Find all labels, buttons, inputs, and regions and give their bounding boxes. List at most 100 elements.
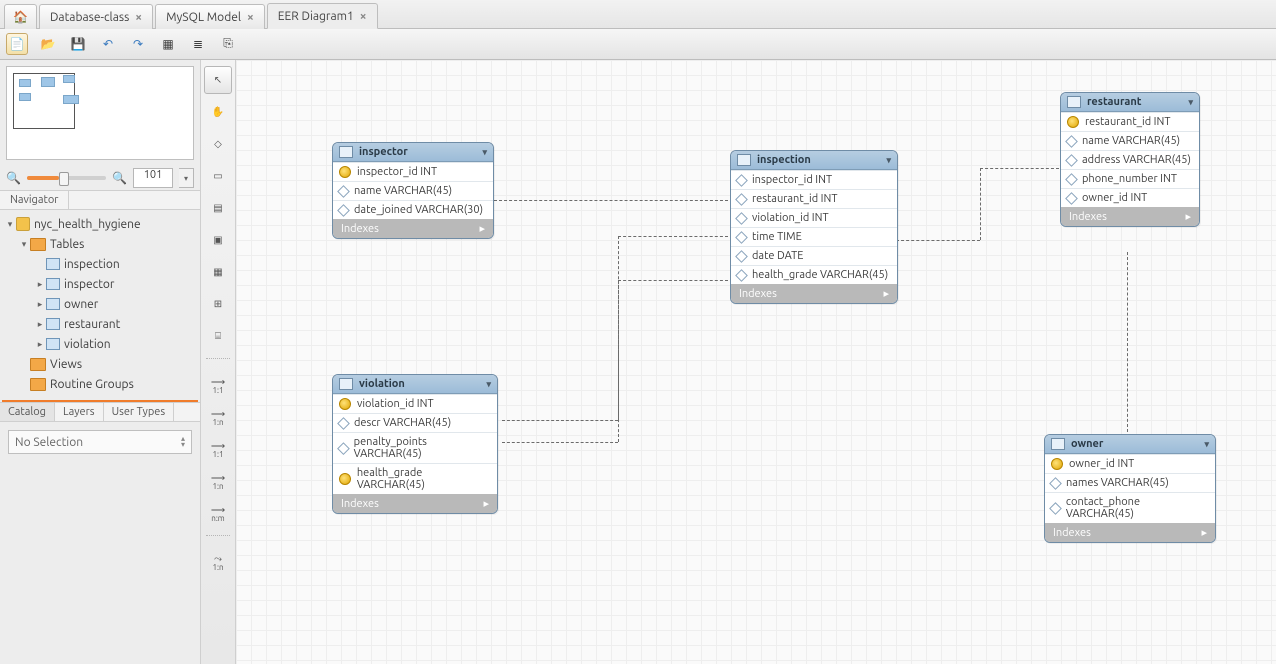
relation-restaurant-owner[interactable] bbox=[1127, 252, 1128, 432]
open-button[interactable]: 📂 bbox=[38, 34, 58, 54]
column-label: date_joined VARCHAR(30) bbox=[354, 204, 483, 216]
relation-violation-inspection-b[interactable] bbox=[502, 442, 618, 443]
tree-database[interactable]: ▾nyc_health_hygiene bbox=[2, 214, 198, 234]
tab-database-class[interactable]: Database-class× bbox=[39, 4, 153, 29]
new-file-button[interactable]: 📄 bbox=[6, 33, 28, 55]
relation-violation-inspection[interactable] bbox=[618, 236, 728, 237]
stepper-icon[interactable]: ▴▾ bbox=[181, 436, 185, 448]
entity-owner[interactable]: owner▾ owner_id INT names VARCHAR(45) co… bbox=[1044, 434, 1216, 543]
minimap-entity bbox=[63, 75, 75, 83]
tree-views-folder[interactable]: Views bbox=[2, 354, 198, 374]
relation-inspection-restaurant[interactable] bbox=[980, 168, 981, 240]
tool-routine[interactable]: ⌸ bbox=[204, 322, 232, 350]
relation-inspector-inspection[interactable] bbox=[494, 200, 728, 201]
collapse-icon[interactable]: ▾ bbox=[486, 379, 491, 390]
expand-icon[interactable]: ▸ bbox=[34, 319, 46, 330]
collapse-icon[interactable]: ▾ bbox=[886, 155, 891, 166]
tool-table[interactable]: ▦ bbox=[204, 258, 232, 286]
relation-inspection-restaurant[interactable] bbox=[980, 168, 1059, 169]
relation-inspection-restaurant[interactable] bbox=[896, 240, 980, 241]
tool-rel-1n-nonid[interactable]: ⟶1:n bbox=[204, 403, 232, 431]
close-icon[interactable]: × bbox=[247, 11, 254, 24]
close-icon[interactable]: × bbox=[135, 11, 142, 24]
tree-routines-folder[interactable]: Routine Groups bbox=[2, 374, 198, 394]
entity-inspection[interactable]: inspection▾ inspector_id INT restaurant_… bbox=[730, 150, 898, 304]
undo-button[interactable]: ↶ bbox=[98, 34, 118, 54]
subtab-user-types[interactable]: User Types bbox=[104, 403, 175, 421]
collapse-icon[interactable]: ▾ bbox=[1204, 439, 1209, 450]
entity-title: violation bbox=[359, 378, 405, 390]
sidebar: 🔍 🔍 101 ▾ Navigator ▾nyc_health_hygiene … bbox=[0, 60, 201, 664]
collapse-icon[interactable]: ▾ bbox=[1188, 97, 1193, 108]
tool-rel-11-nonid[interactable]: ⟶1:1 bbox=[204, 371, 232, 399]
relation-violation-inspection[interactable] bbox=[502, 420, 618, 421]
tree-table-restaurant[interactable]: ▸ restaurant bbox=[2, 314, 198, 334]
entity-inspector[interactable]: inspector▾ inspector_id INT name VARCHAR… bbox=[332, 142, 494, 239]
navigator-tab[interactable]: Navigator bbox=[0, 191, 69, 209]
minimap-entity bbox=[19, 93, 31, 101]
tool-rel-existing[interactable]: ⤳1:n bbox=[204, 548, 232, 576]
expand-icon[interactable]: ▸ bbox=[34, 279, 46, 290]
tool-note[interactable]: ▤ bbox=[204, 194, 232, 222]
tab-eer-diagram[interactable]: EER Diagram1× bbox=[267, 3, 378, 29]
entity-violation[interactable]: violation▾ violation_id INT descr VARCHA… bbox=[332, 374, 498, 514]
save-button[interactable]: 💾 bbox=[68, 34, 88, 54]
zoom-in-button[interactable]: 🔍 bbox=[112, 171, 127, 185]
table-icon bbox=[46, 338, 60, 350]
zoom-out-button[interactable]: 🔍 bbox=[6, 171, 21, 185]
zoom-dropdown[interactable]: ▾ bbox=[179, 168, 194, 188]
collapse-icon[interactable]: ▾ bbox=[482, 147, 487, 158]
close-icon[interactable]: × bbox=[360, 10, 367, 23]
tool-image[interactable]: ▣ bbox=[204, 226, 232, 254]
tab-mysql-model[interactable]: MySQL Model× bbox=[155, 4, 265, 29]
tool-sublabel: 1:1 bbox=[213, 386, 224, 395]
tool-rel-nm[interactable]: ⟶n:m bbox=[204, 499, 232, 527]
expand-icon[interactable]: ▸ bbox=[1201, 526, 1207, 539]
expand-icon[interactable]: ▸ bbox=[479, 222, 485, 235]
relation-violation-inspection-b[interactable] bbox=[618, 280, 728, 281]
tool-rel-1n-id[interactable]: ⟶1:n bbox=[204, 467, 232, 495]
tab-strip: 🏠 Database-class× MySQL Model× EER Diagr… bbox=[0, 0, 1276, 29]
tool-layer[interactable]: ▭ bbox=[204, 162, 232, 190]
tool-pointer[interactable]: ↖ bbox=[204, 66, 232, 94]
expand-icon[interactable]: ▸ bbox=[883, 287, 889, 300]
expand-icon[interactable]: ▸ bbox=[1185, 210, 1191, 223]
diagram-canvas[interactable]: inspector▾ inspector_id INT name VARCHAR… bbox=[236, 60, 1276, 664]
tree-tables-folder[interactable]: ▾Tables bbox=[2, 234, 198, 254]
subtab-catalog[interactable]: Catalog bbox=[0, 403, 55, 421]
folder-open-icon: 📂 bbox=[41, 37, 56, 51]
expand-icon[interactable]: ▸ bbox=[34, 299, 46, 310]
tree-table-inspector[interactable]: ▸inspector bbox=[2, 274, 198, 294]
minimap[interactable] bbox=[6, 66, 194, 160]
tree-table-inspection[interactable]: inspection bbox=[2, 254, 198, 274]
redo-button[interactable]: ↷ bbox=[128, 34, 148, 54]
grid-toggle-button[interactable]: ▦ bbox=[158, 34, 178, 54]
zoom-input[interactable]: 101 bbox=[133, 168, 173, 188]
table-icon bbox=[46, 318, 60, 330]
column-icon bbox=[337, 204, 350, 217]
catalog-tree: ▾nyc_health_hygiene ▾Tables inspection ▸… bbox=[0, 210, 200, 400]
selection-box[interactable]: No Selection ▴▾ bbox=[8, 430, 192, 454]
toolbar: 📄 📂 💾 ↶ ↷ ▦ ≣ ⎘ bbox=[0, 29, 1276, 60]
zoom-slider[interactable] bbox=[27, 176, 106, 180]
layer-icon: ▭ bbox=[213, 170, 222, 182]
tree-table-owner[interactable]: ▸owner bbox=[2, 294, 198, 314]
align-button[interactable]: ≣ bbox=[188, 34, 208, 54]
expand-icon[interactable]: ▸ bbox=[34, 339, 46, 350]
entity-restaurant[interactable]: restaurant▾ restaurant_id INT name VARCH… bbox=[1060, 92, 1200, 227]
tree-table-violation[interactable]: ▸violation bbox=[2, 334, 198, 354]
collapse-icon[interactable]: ▾ bbox=[18, 239, 30, 250]
column-icon bbox=[735, 231, 748, 244]
expand-icon[interactable]: ▸ bbox=[483, 497, 489, 510]
collapse-icon[interactable]: ▾ bbox=[4, 219, 16, 230]
tab-home[interactable]: 🏠 bbox=[4, 4, 37, 29]
export-button[interactable]: ⎘ bbox=[218, 34, 238, 54]
subtab-layers[interactable]: Layers bbox=[55, 403, 104, 421]
column-label: owner_id INT bbox=[1069, 458, 1134, 470]
tool-hand[interactable]: ✋ bbox=[204, 98, 232, 126]
tool-eraser[interactable]: ◇ bbox=[204, 130, 232, 158]
tool-view[interactable]: ⊞ bbox=[204, 290, 232, 318]
tree-label: restaurant bbox=[64, 318, 120, 331]
relation-violation-inspection-b[interactable] bbox=[618, 280, 619, 442]
tool-rel-11-id[interactable]: ⟶1:1 bbox=[204, 435, 232, 463]
